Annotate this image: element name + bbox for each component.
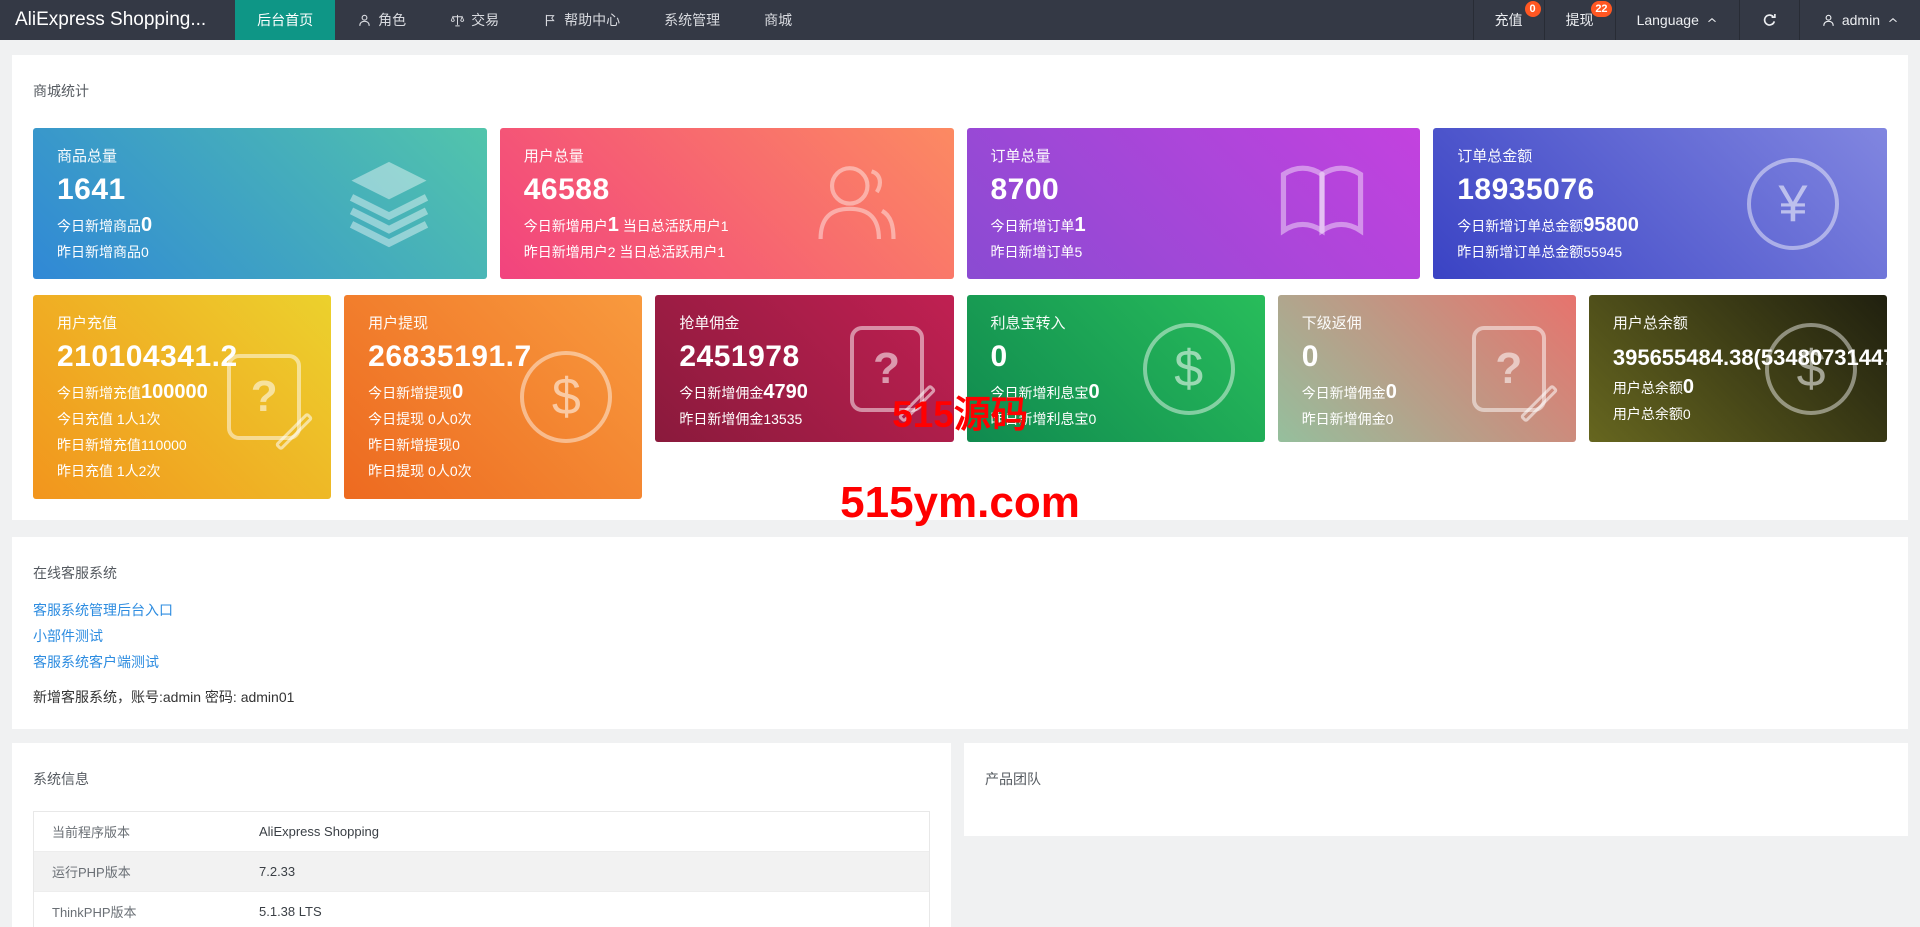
users-icon	[806, 151, 906, 251]
stat-card: 订单总金额 18935076 今日新增订单总金额95800昨日新增订单总金额55…	[1433, 128, 1887, 279]
dollar-circle-icon: $	[1143, 323, 1235, 415]
nav-menu-item-label: 后台首页	[257, 10, 313, 30]
service-note: 新增客服系统，账号:admin 密码: admin01	[33, 687, 1887, 713]
refresh-button[interactable]	[1739, 0, 1799, 40]
nav-menu-item[interactable]: 系统管理	[642, 0, 742, 40]
system-info-value: 7.2.33	[259, 864, 295, 879]
service-panel-title: 在线客服系统	[33, 537, 1887, 583]
doc-question-icon: ?	[1472, 326, 1546, 412]
stat-card: 商品总量 1641 今日新增商品0昨日新增商品0	[33, 128, 487, 279]
admin-dropdown[interactable]: admin	[1799, 0, 1920, 40]
stat-card: 用户提现 26835191.7 今日新增提现0今日提现 0人0次昨日新增提现0昨…	[344, 295, 642, 499]
nav-menu-item-label: 商城	[764, 10, 792, 30]
withdraw-button[interactable]: 提现 22	[1544, 0, 1615, 40]
dollar-circle-icon: $	[520, 351, 612, 443]
stats-row-2: 用户充值 210104341.2 今日新增充值100000今日充值 1人1次昨日…	[33, 295, 1887, 499]
layers-icon	[339, 151, 439, 251]
stats-row-1: 商品总量 1641 今日新增商品0昨日新增商品0 用户总量 46588 今日新增…	[33, 128, 1887, 279]
system-panel-title: 系统信息	[33, 743, 930, 789]
admin-label: admin	[1842, 12, 1880, 28]
system-info-label: 当前程序版本	[34, 822, 259, 841]
stat-card: 用户总量 46588 今日新增用户1 当日总活跃用户1昨日新增用户2 当日总活跃…	[500, 128, 954, 279]
refresh-icon	[1761, 12, 1778, 29]
system-info-row: ThinkPHP版本 5.1.38 LTS	[34, 892, 929, 927]
stat-card-icon-host: ?	[1472, 326, 1546, 412]
system-info-label: 运行PHP版本	[34, 862, 259, 881]
doc-question-icon: ?	[850, 326, 924, 412]
book-icon	[1272, 151, 1372, 251]
app-brand: AliExpress Shopping...	[0, 0, 221, 40]
nav-menu-item-label: 帮助中心	[564, 10, 620, 30]
system-info-row: 运行PHP版本 7.2.33	[34, 852, 929, 892]
service-link[interactable]: 客服系统客户端测试	[33, 649, 1887, 675]
withdraw-label: 提现	[1566, 10, 1594, 30]
person-icon	[357, 13, 372, 28]
top-navbar: AliExpress Shopping... 后台首页 角色 交易 帮助中心 系…	[0, 0, 1920, 40]
stat-card: 用户充值 210104341.2 今日新增充值100000今日充值 1人1次昨日…	[33, 295, 331, 499]
nav-menu-item-label: 交易	[471, 10, 499, 30]
person-icon	[1821, 13, 1836, 28]
recharge-badge: 0	[1525, 1, 1541, 17]
stat-card-icon-host: ?	[850, 326, 924, 412]
stat-card-icon-host: ¥	[1747, 158, 1839, 250]
nav-menu-item[interactable]: 角色	[335, 0, 428, 40]
system-info-table: 当前程序版本 AliExpress Shopping 运行PHP版本 7.2.3…	[33, 811, 930, 927]
dollar-circle-icon: $	[1765, 323, 1857, 415]
stat-card-icon-host: $	[1143, 323, 1235, 415]
stat-card-icon-host: $	[1765, 323, 1857, 415]
stat-card-icon-host: $	[520, 351, 612, 443]
withdraw-badge: 22	[1591, 1, 1611, 17]
recharge-label: 充值	[1495, 10, 1523, 30]
stat-card-title: 用户提现	[368, 312, 618, 333]
question-mark: ?	[251, 372, 278, 422]
stat-card: 订单总量 8700 今日新增订单1昨日新增订单5	[967, 128, 1421, 279]
navbar-left: AliExpress Shopping... 后台首页 角色 交易 帮助中心 系…	[0, 0, 814, 40]
nav-menu-item[interactable]: 商城	[742, 0, 814, 40]
nav-menu-item[interactable]: 交易	[428, 0, 521, 40]
stat-card-line: 昨日充值 1人2次	[57, 458, 307, 484]
team-panel-title: 产品团队	[985, 743, 1887, 789]
nav-menu-item[interactable]: 后台首页	[235, 0, 335, 40]
system-info-label: ThinkPHP版本	[34, 902, 259, 921]
nav-menu-item[interactable]: 帮助中心	[521, 0, 642, 40]
nav-menu-item-label: 角色	[378, 10, 406, 30]
language-dropdown[interactable]: Language	[1615, 0, 1739, 40]
stat-card-icon-host	[1272, 151, 1372, 256]
stat-card: 下级返佣 0 今日新增佣金0昨日新增佣金0 ?	[1278, 295, 1576, 442]
stat-card-title: 用户充值	[57, 312, 307, 333]
chevron-up-icon	[1887, 14, 1899, 26]
service-links: 客服系统管理后台入口小部件测试客服系统客户端测试	[33, 597, 1887, 675]
service-panel: 在线客服系统 客服系统管理后台入口小部件测试客服系统客户端测试 新增客服系统，账…	[12, 537, 1908, 729]
service-link[interactable]: 客服系统管理后台入口	[33, 597, 1887, 623]
nav-menu-item-label: 系统管理	[664, 10, 720, 30]
service-link[interactable]: 小部件测试	[33, 623, 1887, 649]
yen-circle-icon: ¥	[1747, 158, 1839, 250]
stat-card: 利息宝转入 0 今日新增利息宝0昨日新增利息宝0 $	[967, 295, 1265, 442]
doc-question-icon: ?	[227, 354, 301, 440]
scales-icon	[450, 13, 465, 28]
stat-card-icon-host	[806, 151, 906, 256]
stat-card-icon-host	[339, 151, 439, 256]
stats-panel-title: 商城统计	[33, 55, 1887, 101]
stat-card: 用户总余额 395655484.38(53480731447) 用户总余额0用户…	[1589, 295, 1887, 442]
system-info-panel: 系统信息 当前程序版本 AliExpress Shopping 运行PHP版本 …	[12, 743, 951, 927]
recharge-button[interactable]: 充值 0	[1473, 0, 1544, 40]
navbar-right: 充值 0 提现 22 Language admin	[1473, 0, 1920, 40]
question-mark: ?	[1495, 344, 1522, 394]
stats-panel: 商城统计 商品总量 1641 今日新增商品0昨日新增商品0 用户总量 46588…	[12, 55, 1908, 520]
language-label: Language	[1637, 12, 1699, 28]
chevron-up-icon	[1706, 14, 1718, 26]
stat-card-line: 昨日提现 0人0次	[368, 458, 618, 484]
system-info-value: AliExpress Shopping	[259, 824, 379, 839]
nav-menu: 后台首页 角色 交易 帮助中心 系统管理 商城	[235, 0, 814, 40]
team-panel: 产品团队	[964, 743, 1908, 836]
flag-icon	[543, 13, 558, 28]
bottom-row: 系统信息 当前程序版本 AliExpress Shopping 运行PHP版本 …	[12, 743, 1908, 927]
question-mark: ?	[873, 344, 900, 394]
system-info-value: 5.1.38 LTS	[259, 904, 322, 919]
system-info-row: 当前程序版本 AliExpress Shopping	[34, 812, 929, 852]
stat-card: 抢单佣金 2451978 今日新增佣金4790昨日新增佣金13535 ?	[655, 295, 953, 442]
stat-card-icon-host: ?	[227, 354, 301, 440]
